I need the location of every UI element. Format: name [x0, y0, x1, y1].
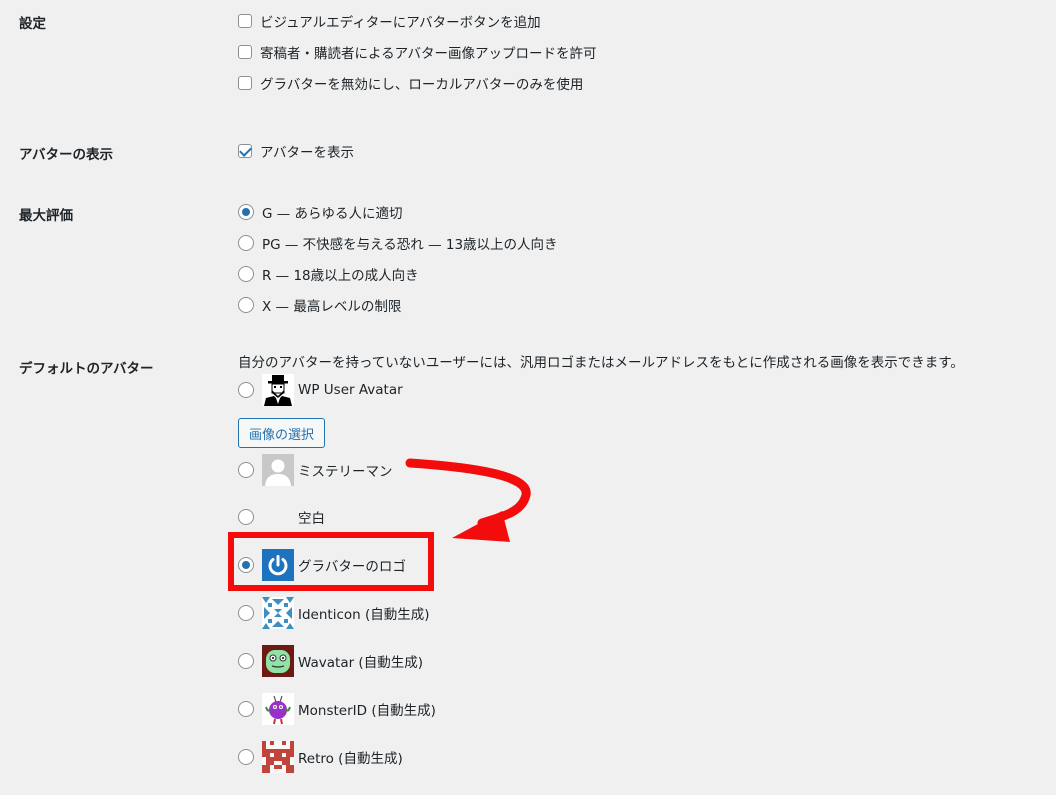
max-rating-label: 最大評価	[19, 208, 73, 224]
option-label: グラバターを無効にし、ローカルアバターのみを使用	[260, 77, 584, 93]
rating-x[interactable]: X — 最高レベルの制限	[238, 294, 401, 316]
retro-icon	[262, 741, 294, 773]
select-image-button[interactable]: 画像の選択	[238, 418, 326, 448]
wp-user-avatar-icon	[262, 374, 294, 406]
radio[interactable]	[238, 297, 254, 313]
avatar-option-label: 空白	[298, 511, 325, 527]
avatar-display-label: アバターの表示	[19, 147, 113, 163]
annotation-arrow-icon	[405, 458, 531, 542]
option-disable-gravatar[interactable]: グラバターを無効にし、ローカルアバターのみを使用	[238, 72, 583, 94]
radio[interactable]	[238, 605, 254, 621]
wavatar-icon	[262, 645, 294, 677]
option-label: アバターを表示	[260, 145, 354, 161]
option-label: X — 最高レベルの制限	[262, 299, 402, 315]
avatar-option-label: MonsterID (自動生成)	[298, 703, 436, 719]
default-avatar-description: 自分のアバターを持っていないユーザーには、汎用ロゴまたはメールアドレスをもとに作…	[238, 355, 964, 371]
blank-icon	[262, 501, 294, 533]
radio[interactable]	[238, 266, 254, 282]
radio[interactable]	[238, 509, 254, 525]
radio[interactable]	[238, 701, 254, 717]
radio[interactable]	[238, 235, 254, 251]
avatar-option-label: ミステリーマン	[298, 464, 393, 480]
avatar-option-label: Wavatar (自動生成)	[298, 655, 423, 671]
checkbox[interactable]	[238, 14, 252, 28]
radio-selected[interactable]	[238, 204, 254, 220]
option-label: G — あらゆる人に適切	[262, 206, 403, 222]
rating-r[interactable]: R — 18歳以上の成人向き	[238, 263, 419, 285]
avatar-option-label: Identicon (自動生成)	[298, 607, 430, 623]
avatar-option-blank[interactable]: 空白	[238, 501, 325, 533]
option-label: PG — 不快感を与える恐れ — 13歳以上の人向き	[262, 237, 558, 253]
avatar-option-monsterid[interactable]: MonsterID (自動生成)	[238, 693, 436, 725]
mystery-man-icon	[262, 454, 294, 486]
checkbox-checked[interactable]	[238, 144, 252, 158]
option-label: 寄稿者・購読者によるアバター画像アップロードを許可	[260, 46, 597, 62]
radio[interactable]	[238, 653, 254, 669]
avatar-option-label: Retro (自動生成)	[298, 751, 403, 767]
rating-g[interactable]: G — あらゆる人に適切	[238, 201, 403, 223]
avatar-option-identicon[interactable]: Identicon (自動生成)	[238, 597, 430, 629]
checkbox[interactable]	[238, 45, 252, 59]
radio[interactable]	[238, 382, 254, 398]
avatar-option-label: WP User Avatar	[298, 382, 403, 398]
option-add-avatar-button[interactable]: ビジュアルエディターにアバターボタンを追加	[238, 10, 541, 32]
option-label: R — 18歳以上の成人向き	[262, 268, 419, 284]
avatar-option-wavatar[interactable]: Wavatar (自動生成)	[238, 645, 423, 677]
identicon-icon	[262, 597, 294, 629]
default-avatar-label: デフォルトのアバター	[19, 361, 154, 377]
radio[interactable]	[238, 749, 254, 765]
avatar-option-wp-user-avatar[interactable]: WP User Avatar	[238, 374, 403, 406]
avatar-option-mystery-man[interactable]: ミステリーマン	[238, 454, 393, 486]
avatar-option-retro[interactable]: Retro (自動生成)	[238, 741, 403, 773]
option-label: ビジュアルエディターにアバターボタンを追加	[260, 15, 541, 31]
radio[interactable]	[238, 462, 254, 478]
option-allow-upload[interactable]: 寄稿者・購読者によるアバター画像アップロードを許可	[238, 41, 597, 63]
checkbox[interactable]	[238, 76, 252, 90]
rating-pg[interactable]: PG — 不快感を与える恐れ — 13歳以上の人向き	[238, 232, 558, 254]
option-show-avatars[interactable]: アバターを表示	[238, 140, 354, 162]
settings-label: 設定	[19, 16, 46, 32]
monsterid-icon	[262, 693, 294, 725]
